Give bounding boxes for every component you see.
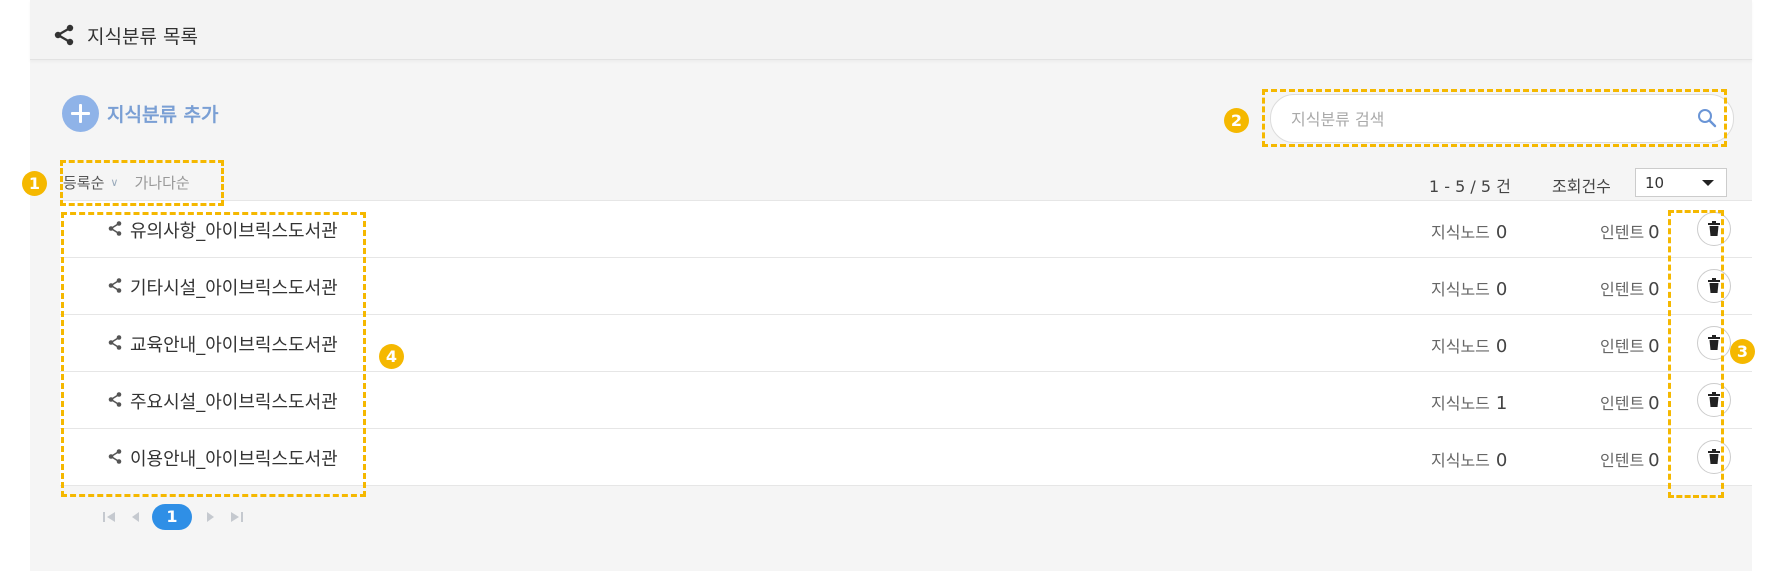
next-page-icon[interactable] <box>202 508 220 526</box>
annotation-badge-1: 1 <box>22 171 47 196</box>
intent-count: 인텐트 0 <box>1600 333 1660 357</box>
node-label: 지식노드 <box>1431 223 1490 242</box>
add-category-label: 지식분류 추가 <box>107 104 219 126</box>
intent-value: 0 <box>1648 222 1660 243</box>
node-value: 0 <box>1495 336 1508 357</box>
node-value: 0 <box>1495 450 1508 471</box>
intent-label: 인텐트 <box>1600 394 1645 413</box>
pagination: 1 <box>100 504 254 530</box>
intent-value: 0 <box>1648 393 1660 414</box>
annotation-box-delete <box>1668 210 1724 498</box>
page-size-select[interactable]: 10 <box>1635 168 1727 197</box>
prev-page-icon[interactable] <box>126 508 144 526</box>
intent-value: 0 <box>1648 450 1660 471</box>
node-label: 지식노드 <box>1431 394 1490 413</box>
annotation-box-sort <box>60 160 224 206</box>
caret-down-icon <box>1702 180 1714 186</box>
node-value: 1 <box>1495 393 1508 414</box>
node-value: 0 <box>1495 279 1508 300</box>
intent-value: 0 <box>1648 336 1660 357</box>
intent-label: 인텐트 <box>1600 280 1645 299</box>
add-category-button[interactable]: 지식분류 추가 <box>62 95 219 132</box>
annotation-badge-3: 3 <box>1730 339 1755 364</box>
plus-circle-icon <box>62 95 99 132</box>
annotation-box-names <box>61 212 366 497</box>
node-value: 0 <box>1495 222 1508 243</box>
node-label: 지식노드 <box>1431 280 1490 299</box>
page-header: 지식분류 목록 <box>30 0 1752 60</box>
annotation-box-search <box>1262 89 1727 147</box>
first-page-icon[interactable] <box>100 508 118 526</box>
last-page-icon[interactable] <box>228 508 246 526</box>
node-count: 지식노드 0 <box>1431 447 1507 471</box>
node-count: 지식노드 0 <box>1431 333 1507 357</box>
node-count: 지식노드 0 <box>1431 276 1507 300</box>
intent-label: 인텐트 <box>1600 223 1645 242</box>
annotation-badge-4: 4 <box>379 344 404 369</box>
result-count: 1 - 5 / 5 건 <box>1429 177 1511 196</box>
node-label: 지식노드 <box>1431 337 1490 356</box>
intent-count: 인텐트 0 <box>1600 219 1660 243</box>
page-size-value: 10 <box>1645 174 1665 192</box>
intent-count: 인텐트 0 <box>1600 447 1660 471</box>
intent-label: 인텐트 <box>1600 451 1645 470</box>
intent-count: 인텐트 0 <box>1600 276 1660 300</box>
intent-count: 인텐트 0 <box>1600 390 1660 414</box>
annotation-badge-2: 2 <box>1224 108 1249 133</box>
intent-value: 0 <box>1648 279 1660 300</box>
current-page[interactable]: 1 <box>152 504 192 530</box>
share-icon <box>54 24 74 46</box>
node-label: 지식노드 <box>1431 451 1490 470</box>
intent-label: 인텐트 <box>1600 337 1645 356</box>
page-size-label: 조회건수 <box>1552 177 1611 196</box>
page-title: 지식분류 목록 <box>87 26 198 48</box>
node-count: 지식노드 0 <box>1431 219 1507 243</box>
node-count: 지식노드 1 <box>1431 390 1507 414</box>
